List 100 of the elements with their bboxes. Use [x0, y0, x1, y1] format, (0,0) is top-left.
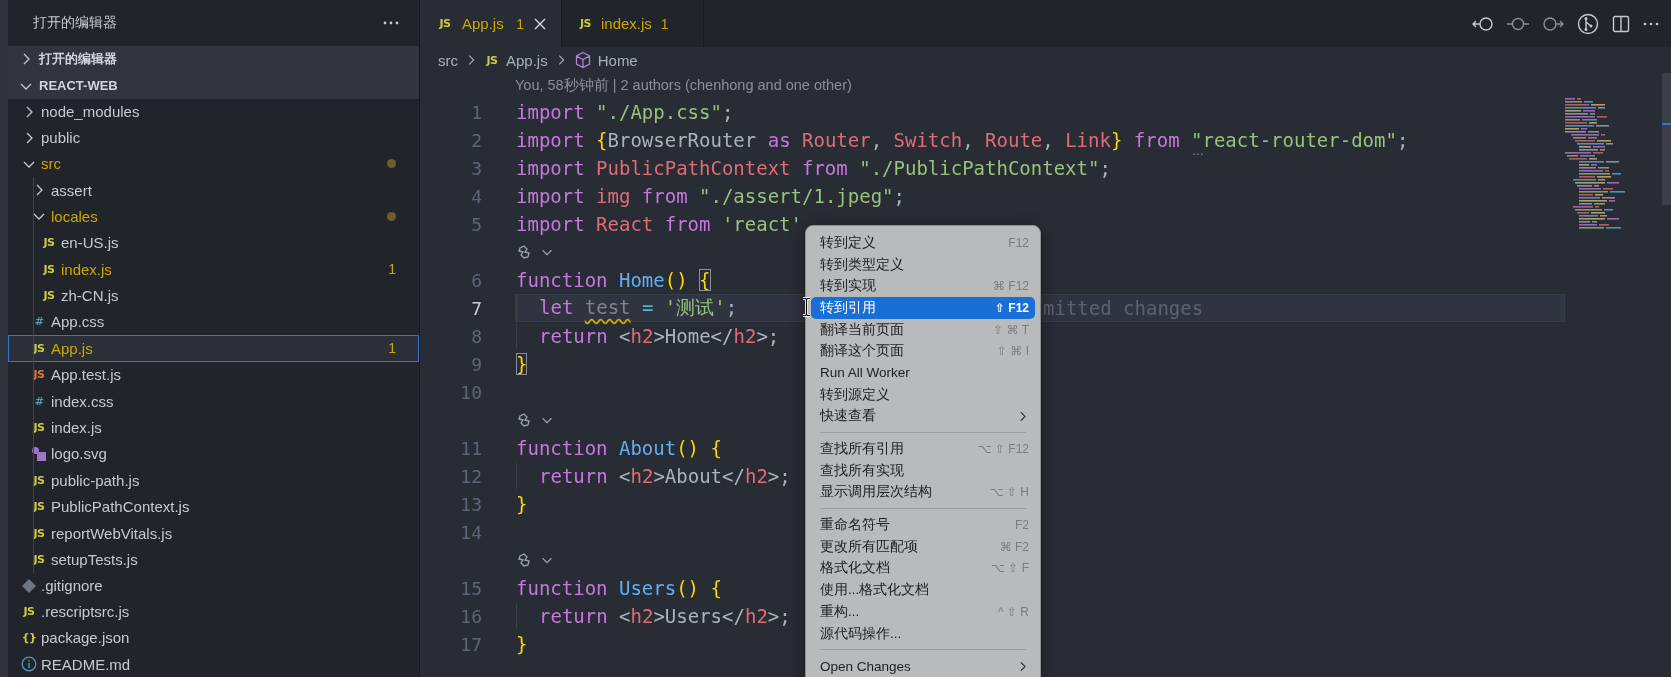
menu-item[interactable]: 源代码操作... [811, 622, 1035, 645]
menu-item[interactable]: 重构... ^ ⇧ R [811, 601, 1035, 623]
line-number: 9 [470, 353, 482, 375]
blame-annotation[interactable]: You, 58秒钟前 | 2 authors (chenhong and one other) [420, 73, 1565, 98]
folder-item[interactable]: public [8, 124, 419, 151]
folder-item[interactable]: src [8, 150, 419, 177]
file-type-icon: # [31, 315, 47, 329]
tab-label: index.js [601, 15, 652, 32]
code-line: function Home() { [516, 269, 711, 291]
file-item[interactable]: JS en-US.js [8, 229, 419, 256]
file-type-icon: JS [579, 17, 592, 30]
file-type-icon: # [31, 394, 47, 408]
file-item[interactable]: JS public-path.js [8, 467, 419, 494]
problem-count: 1 [660, 15, 669, 32]
file-name: package.json [41, 629, 131, 647]
line-number: 2 [470, 129, 482, 151]
file-type-icon: JS [21, 605, 37, 619]
file-item[interactable]: JS reportWebVitals.js [8, 519, 419, 547]
file-type-icon: JS [31, 368, 47, 382]
menu-item[interactable]: 翻译这个页面 ⇧ ⌘ I [811, 340, 1035, 363]
file-item[interactable]: JS setupTests.js [8, 546, 419, 573]
code-line: function Users() { [516, 577, 722, 599]
shortcut-hint: F12 [1008, 235, 1029, 250]
file-name: index.css [51, 392, 115, 410]
file-item[interactable]: README.md [8, 650, 419, 677]
line-number: 10 [459, 381, 482, 403]
file-type-icon: JS [31, 526, 47, 540]
menu-item[interactable]: 快速查看 [811, 405, 1035, 428]
file-name: index.js [51, 419, 103, 436]
menu-item[interactable]: 转到源定义 [811, 383, 1035, 406]
code-line: let test = '测试'; [539, 295, 738, 320]
menu-item[interactable]: 格式化文档 ⌥ ⇧ F [811, 557, 1035, 580]
editor-tab[interactable]: JS App.js 1 [420, 0, 562, 47]
file-name: .gitignore [41, 577, 104, 595]
file-type-icon: JS [41, 289, 57, 303]
file-item[interactable]: JS PublicPathContext.js [8, 493, 419, 520]
code-line: import PublicPathContext from "./PublicPathContext"; [516, 157, 1111, 179]
file-item[interactable]: JS App.js 1 [8, 335, 419, 362]
file-name: App.test.js [51, 366, 123, 384]
menu-item[interactable]: 转到定义 F12 [811, 232, 1035, 254]
line-number: 13 [459, 493, 482, 515]
file-name: App.js [51, 339, 94, 357]
menu-item[interactable]: 显示调用层次结构 ⌥ ⇧ H [811, 481, 1035, 504]
shortcut-hint: ⇧ ⌘ I [996, 344, 1029, 359]
file-item[interactable]: JS index.js [8, 414, 419, 441]
code-line: return <h2>About</h2>; [539, 465, 791, 487]
file-item[interactable]: # App.css [8, 308, 419, 336]
scrollbar-thumb[interactable] [1662, 73, 1671, 205]
breadcrumb-item[interactable]: src [438, 51, 458, 69]
section-header[interactable]: 打开的编辑器 [8, 46, 419, 73]
text-cursor-icon [801, 297, 812, 317]
code-line: import img from "./assert/1.jpeg"; [516, 185, 905, 207]
file-name: logo.svg [51, 445, 108, 463]
file-name: public [41, 129, 82, 147]
line-number: 16 [459, 605, 482, 627]
shortcut-hint: ⌥ ⇧ F12 [977, 442, 1029, 457]
cube-icon [573, 51, 592, 69]
menu-item[interactable]: Open Changes [811, 655, 1035, 677]
file-name: index.js [61, 260, 113, 278]
menu-item[interactable]: 翻译当前页面 ⇧ ⌘ T [811, 318, 1035, 341]
folder-item[interactable]: node_modules [8, 98, 419, 125]
line-number: 14 [459, 521, 482, 543]
shortcut-hint: ⌥ ⇧ H [989, 485, 1029, 500]
menu-item[interactable]: 查找所有实现 [811, 459, 1035, 482]
more-icon[interactable] [383, 21, 399, 26]
file-item[interactable]: logo.svg [8, 440, 419, 468]
menu-item[interactable]: 转到实现 ⌘ F12 [811, 275, 1035, 298]
line-number: 1 [470, 101, 482, 123]
split-editor-icon[interactable] [1612, 14, 1630, 33]
shortcut-hint: ^ ⇧ R [997, 604, 1029, 619]
file-name: assert [51, 181, 93, 199]
code-line: return <h2>Users</h2>; [539, 605, 791, 627]
menu-item[interactable]: 使用...格式化文档 [811, 579, 1035, 601]
file-item[interactable]: {} package.json [8, 624, 419, 651]
menu-item[interactable]: Run All Worker [811, 362, 1035, 384]
more-icon[interactable] [1643, 21, 1659, 26]
branch-circle-icon[interactable] [1577, 12, 1599, 35]
folder-item[interactable]: locales [8, 203, 419, 230]
file-type-icon: JS [41, 236, 57, 250]
breadcrumb-item[interactable]: Home [573, 51, 638, 69]
info-icon [21, 656, 37, 672]
file-item[interactable]: .gitignore [8, 572, 419, 599]
file-name: setupTests.js [51, 550, 139, 568]
file-item[interactable]: JS App.test.js [8, 361, 419, 388]
menu-item[interactable]: 转到引用 ⇧ F12 [811, 297, 1035, 319]
file-item[interactable]: # index.css [8, 387, 419, 415]
breadcrumb-item[interactable]: JS App.js [484, 51, 548, 69]
close-icon[interactable] [533, 16, 547, 31]
file-item[interactable]: JS zh-CN.js [8, 282, 419, 309]
line-number: 8 [470, 325, 482, 347]
section-header[interactable]: REACT-WEB [8, 72, 419, 99]
file-item[interactable]: JS index.js 1 [8, 256, 419, 283]
menu-item[interactable]: 更改所有匹配项 ⌘ F2 [811, 535, 1035, 558]
line-number: 4 [470, 185, 482, 207]
folder-item[interactable]: assert [8, 176, 419, 204]
menu-item[interactable]: 重命名符号 F2 [811, 514, 1035, 536]
menu-item[interactable]: 转到类型定义 [811, 253, 1035, 276]
file-item[interactable]: JS .rescriptsrc.js [8, 598, 419, 625]
line-number: 7 [470, 297, 482, 319]
menu-item[interactable]: 查找所有引用 ⌥ ⇧ F12 [811, 438, 1035, 460]
